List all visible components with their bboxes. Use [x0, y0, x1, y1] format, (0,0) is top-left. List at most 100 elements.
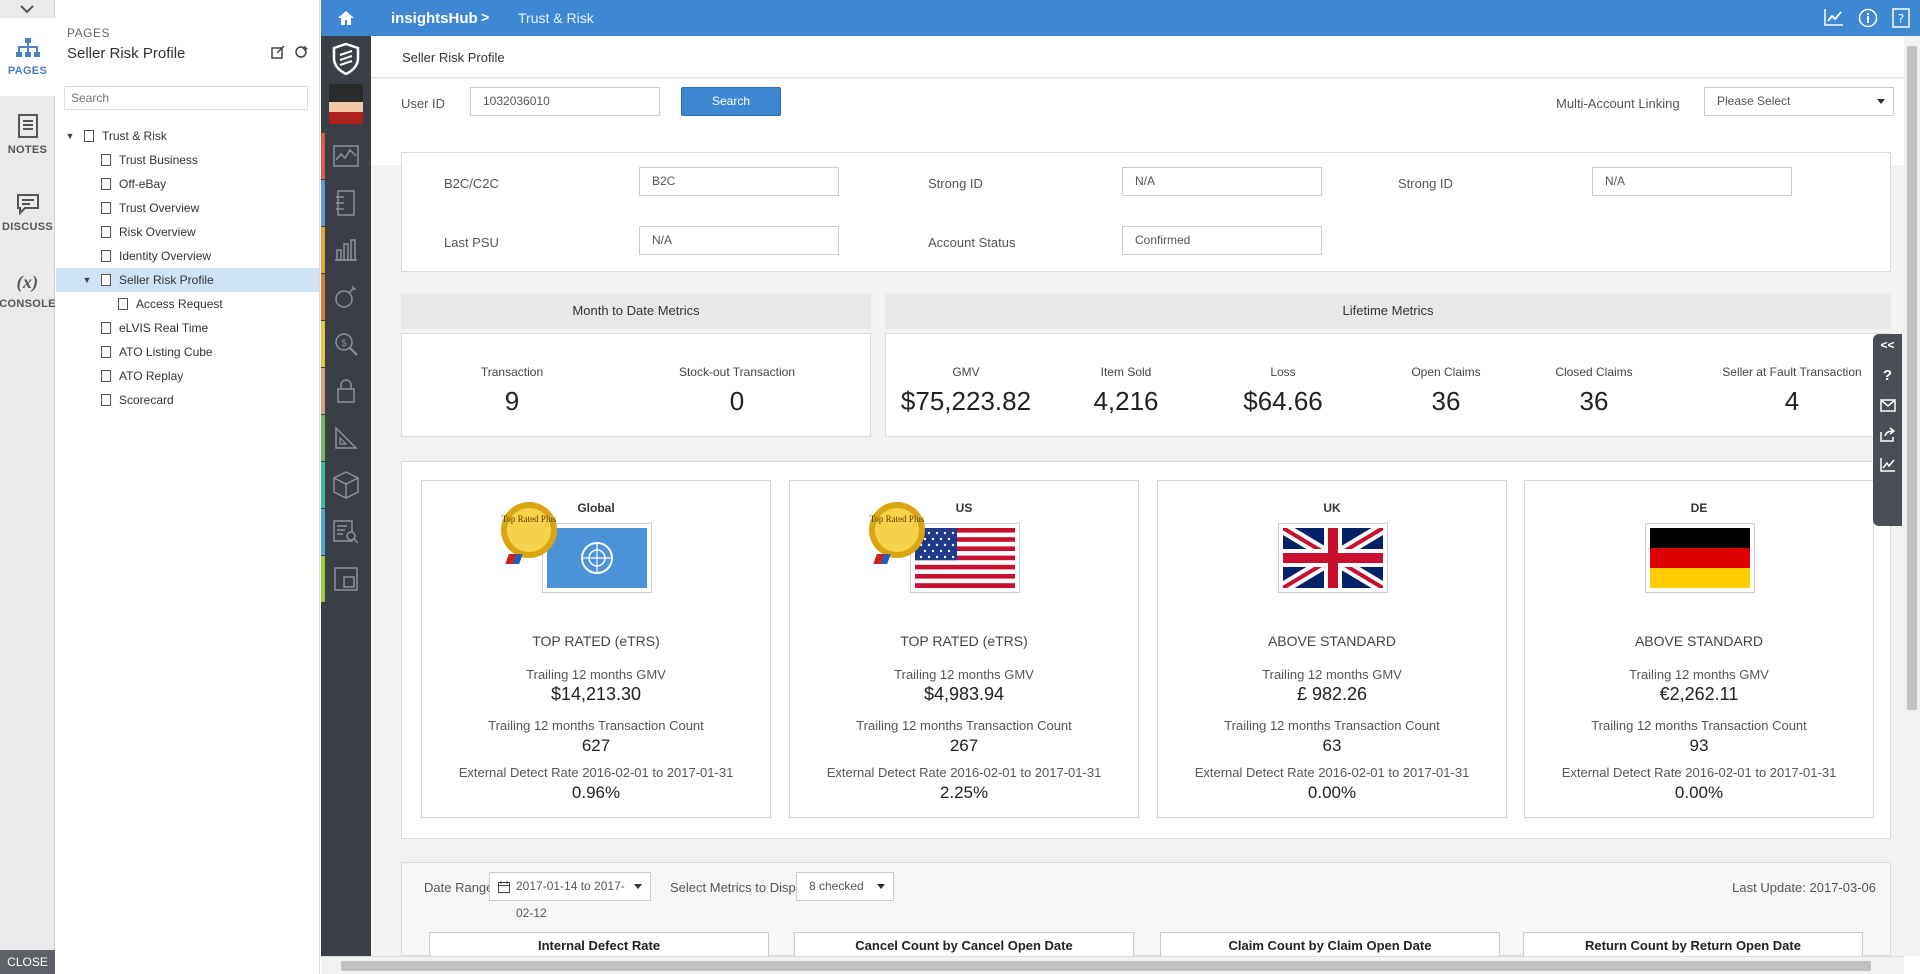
tree-item[interactable]: Scorecard	[56, 388, 319, 412]
lifetime-metric: Open Claims 36	[1386, 365, 1506, 417]
page-tree: ▼ Trust & Risk Trust Business Off-eBay Tr…	[56, 124, 319, 412]
page-icon	[101, 394, 111, 406]
add-page-icon[interactable]	[295, 45, 309, 59]
trend-icon[interactable]	[1879, 457, 1896, 472]
report-search-icon[interactable]	[321, 509, 371, 555]
caret-down-icon	[1877, 99, 1885, 104]
count-label: Trailing 12 months Transaction Count	[1591, 718, 1807, 733]
page-icon	[84, 130, 94, 142]
tree-item-label: Trust Business	[119, 153, 198, 167]
rate-label: External Detect Rate 2016-02-01 to 2017-…	[1194, 765, 1470, 780]
rail-notes-button[interactable]: NOTES	[0, 96, 55, 174]
dollar-search-icon[interactable]: $	[321, 321, 371, 367]
tree-item[interactable]: Trust Business	[56, 148, 319, 172]
metric-value: $75,223.82	[900, 386, 1032, 416]
tree-item[interactable]: Risk Overview	[56, 220, 319, 244]
site-card-de: DE ABOVE STANDARD Trailing 12 months GMV…	[1524, 480, 1874, 818]
tree-item[interactable]: ATO Replay	[56, 364, 319, 388]
tree-item[interactable]: Access Request	[56, 292, 319, 316]
gmv-value: €2,262.11	[1659, 684, 1739, 704]
line-chart-icon[interactable]	[321, 133, 371, 179]
site-rating: TOP RATED (eTRS)	[532, 633, 660, 649]
cube-icon[interactable]	[321, 462, 371, 508]
vertical-scrollbar[interactable]	[1904, 36, 1920, 956]
mtd-metric: Transaction 9	[442, 365, 582, 417]
badge-label: Top Rated Plus	[501, 514, 557, 524]
count-label: Trailing 12 months Transaction Count	[1224, 718, 1440, 733]
rail-console-label: CONSOLE	[0, 298, 56, 310]
bar-chart-icon[interactable]	[321, 227, 371, 273]
metrics-select-value: 8 checked	[809, 879, 864, 893]
scroll-thumb[interactable]	[341, 961, 1871, 971]
caret-down-icon[interactable]: ▼	[81, 275, 93, 285]
document-icon[interactable]	[321, 180, 371, 226]
tree-item[interactable]: Trust Overview	[56, 196, 319, 220]
edit-page-icon[interactable]	[271, 45, 285, 59]
bomb-icon[interactable]	[321, 274, 371, 320]
scroll-thumb[interactable]	[1907, 46, 1917, 710]
rate-label: External Detect Rate 2016-02-01 to 2017-…	[458, 765, 734, 780]
site-rating: ABOVE STANDARD	[1267, 633, 1397, 649]
avatar[interactable]	[329, 84, 363, 124]
metrics-label: Select Metrics to Display	[670, 880, 813, 895]
ruler-icon[interactable]	[321, 415, 371, 461]
site-name: Global	[577, 501, 615, 515]
rail-pages-button[interactable]: PAGES	[0, 18, 55, 96]
layout-icon[interactable]	[321, 556, 371, 602]
shield-icon[interactable]	[321, 36, 371, 82]
trend-icon[interactable]	[1824, 8, 1844, 26]
rate-value: 2.25%	[939, 783, 989, 802]
rate-value: 0.00%	[1307, 783, 1357, 802]
share-icon[interactable]	[1879, 427, 1896, 442]
strong-id-label: Strong ID	[928, 176, 983, 191]
rail-discuss-label: DISCUSS	[2, 221, 53, 233]
rail-discuss-button[interactable]: DISCUSS	[0, 174, 55, 252]
page-icon	[101, 322, 111, 334]
user-id-label: User ID	[401, 96, 446, 111]
help-icon[interactable]: ?	[1883, 367, 1892, 384]
pages-search-input[interactable]	[64, 86, 308, 110]
metric-value: $64.66	[1243, 386, 1323, 416]
collapse-icon[interactable]: <<	[1880, 338, 1894, 352]
help-icon[interactable]: ?	[1892, 8, 1910, 28]
caret-down-icon[interactable]: ▼	[64, 131, 76, 141]
tree-item[interactable]: ▼ Trust & Risk	[56, 124, 319, 148]
search-button[interactable]: Search	[681, 87, 781, 116]
close-button[interactable]: CLOSE	[0, 950, 55, 974]
linking-select[interactable]: Please Select	[1704, 87, 1894, 116]
breadcrumb-page[interactable]: Trust & Risk	[518, 10, 594, 26]
metric-label: Item Sold	[1100, 365, 1152, 379]
page-icon	[118, 298, 128, 310]
chart-tab-claim-count[interactable]: Claim Count by Claim Open Date	[1160, 932, 1500, 956]
lifetime-metric: Closed Claims 36	[1534, 365, 1654, 417]
chart-tab-cancel-count[interactable]: Cancel Count by Cancel Open Date	[794, 932, 1134, 956]
tree-item[interactable]: Identity Overview	[56, 244, 319, 268]
info-icon[interactable]	[1858, 8, 1878, 28]
lifetime-metric: Item Sold 4,216	[1066, 365, 1186, 417]
chart-tab-return-count[interactable]: Return Count by Return Open Date	[1523, 932, 1863, 956]
breadcrumb-app[interactable]: insightsHub	[391, 10, 478, 27]
caret-down-icon	[634, 884, 642, 889]
user-id-input[interactable]: 1032036010	[470, 87, 660, 116]
sitemap-icon	[15, 38, 40, 57]
home-icon[interactable]	[321, 0, 371, 36]
chevron-down-icon[interactable]	[0, 0, 54, 18]
rail-console-button[interactable]: (x) CONSOLE	[0, 252, 55, 330]
chart-tab-internal-defect-rate[interactable]: Internal Defect Rate	[429, 932, 769, 956]
gmv-value: $4,983.94	[923, 684, 1005, 704]
tree-item[interactable]: eLVIS Real Time	[56, 316, 319, 340]
email-icon[interactable]	[1879, 399, 1896, 412]
side-toolbar: << ?	[1873, 334, 1902, 526]
lock-icon[interactable]	[321, 368, 371, 414]
rate-label: External Detect Rate 2016-02-01 to 2017-…	[1561, 765, 1837, 780]
horizontal-scrollbar[interactable]	[321, 956, 1904, 974]
tree-item-selected[interactable]: ▼ Seller Risk Profile	[56, 268, 319, 292]
date-range-picker[interactable]: 2017-01-14 to 2017-02-12	[489, 872, 651, 920]
main-content: Seller Risk Profile User ID 1032036010 S…	[371, 36, 1904, 956]
pages-section-label: PAGES	[67, 26, 110, 40]
site-card-us: US Top Rated Plus TOP RATED (eTRS) Trail…	[789, 480, 1139, 818]
de-flag-icon	[1645, 523, 1755, 593]
metrics-select[interactable]: 8 checked	[796, 872, 894, 901]
tree-item[interactable]: ATO Listing Cube	[56, 340, 319, 364]
tree-item[interactable]: Off-eBay	[56, 172, 319, 196]
